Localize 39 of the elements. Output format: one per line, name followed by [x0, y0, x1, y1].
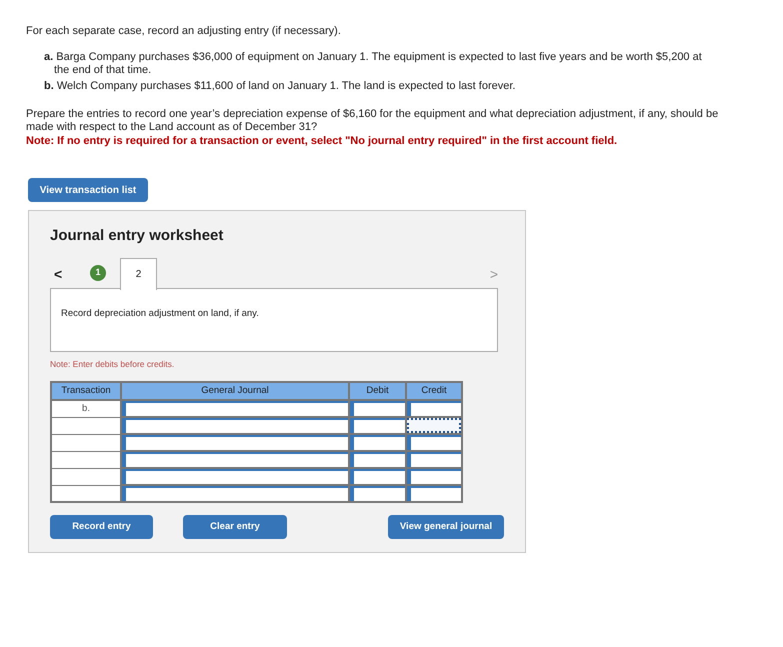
debit-field[interactable]	[350, 435, 405, 450]
transaction-cell: b.	[51, 400, 121, 418]
account-field[interactable]	[122, 486, 348, 502]
credit-field[interactable]	[407, 452, 461, 468]
view-general-journal-button[interactable]: View general journal	[388, 515, 504, 540]
instructions-text: Prepare the entries to record one year’s depreciation expense of $6,160 for the equipment and what depreciation adjustment, if any, should be made with respect to the Land account as of December 31?	[26, 108, 720, 134]
column-header: Debit	[349, 382, 406, 400]
prompt-text: Record depreciation adjustment on land, if any.	[61, 308, 259, 318]
intro-text: For each separate case, record an adjusting entry (if necessary).	[26, 24, 342, 38]
debit-field[interactable]	[350, 418, 405, 434]
debit-field[interactable]	[350, 452, 405, 468]
tab[interactable]: 2	[120, 258, 157, 290]
worksheet-title: Journal entry worksheet	[50, 226, 224, 246]
previous-arrow[interactable]: <	[54, 264, 62, 284]
account-field[interactable]	[122, 418, 348, 434]
note-text: Note: If no entry is required for a transaction or event, select "No journal entry required" in the first account field.	[26, 134, 618, 148]
next-arrow[interactable]: >	[490, 264, 498, 284]
credit-field[interactable]	[407, 401, 461, 416]
column-header: General Journal	[121, 382, 349, 400]
debit-field[interactable]	[350, 401, 405, 416]
debit-field[interactable]	[350, 486, 405, 502]
record-entry-button[interactable]: Record entry	[50, 515, 153, 540]
clear-entry-button[interactable]: Clear entry	[183, 515, 287, 540]
note-text: Note: Enter debits before credits.	[50, 358, 176, 370]
credit-field[interactable]	[407, 469, 461, 484]
credit-field[interactable]	[407, 435, 461, 450]
completed-step-badge[interactable]: 1	[90, 264, 106, 280]
view-transaction-list-button[interactable]: View transaction list	[28, 178, 148, 202]
account-field[interactable]	[122, 452, 348, 468]
case-text: b. Welch Company purchases $11,600 of land on January 1. The land is expected to last forever.	[44, 80, 516, 93]
account-field[interactable]	[122, 435, 348, 450]
credit-field[interactable]	[407, 486, 461, 502]
column-header: Transaction	[51, 382, 121, 400]
case-text: a. Barga Company purchases $36,000 of equipment on January 1. The equipment is expected to last five years and be worth $5,200 at the end of that time.	[44, 51, 703, 77]
debit-field[interactable]	[350, 469, 405, 484]
account-field[interactable]	[122, 469, 348, 484]
credit-field[interactable]	[407, 418, 461, 434]
column-header: Credit	[406, 382, 462, 400]
account-field[interactable]	[122, 401, 348, 416]
